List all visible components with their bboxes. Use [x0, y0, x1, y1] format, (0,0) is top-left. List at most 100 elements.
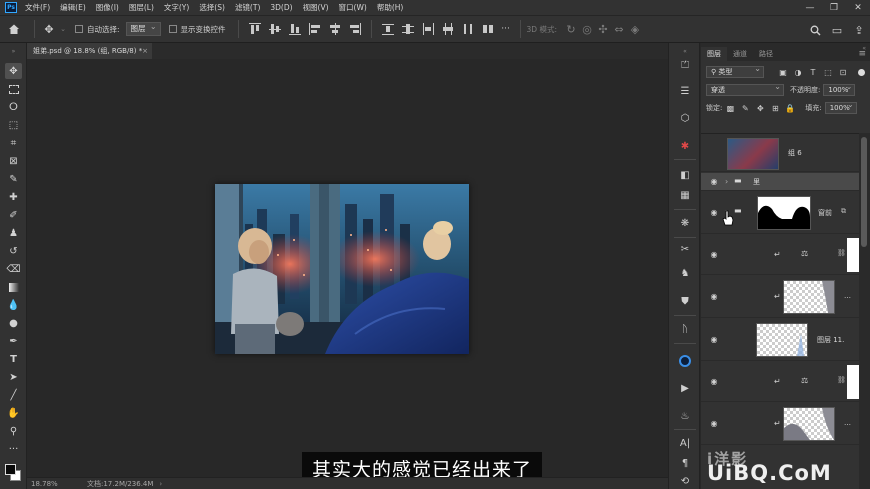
layers-scrollbar[interactable]	[859, 133, 870, 489]
filter-pixel-icon[interactable]: ▣	[778, 67, 788, 77]
properties-panel-icon[interactable]: ☰	[676, 83, 694, 99]
zoom-tool-icon[interactable]: ⚲	[5, 423, 22, 439]
lock-image-icon[interactable]: ✎	[740, 103, 750, 113]
plugin-panel-icon[interactable]: ✱	[676, 138, 694, 154]
history-panel-icon[interactable]: ⏍	[676, 57, 694, 73]
menu-filter[interactable]: 滤镜(T)	[235, 2, 260, 13]
home-icon[interactable]	[0, 23, 28, 35]
menu-window[interactable]: 窗口(W)	[339, 2, 367, 13]
layer-row[interactable]: ◉ › ▬ 里	[701, 173, 859, 191]
3d-panel-icon[interactable]: ⬡	[676, 110, 694, 126]
histogram-icon[interactable]: ᚢ	[676, 321, 694, 337]
move-tool-icon[interactable]: ✥	[41, 23, 57, 36]
adjustments-icon[interactable]: ♨	[676, 408, 694, 424]
layer-row[interactable]: 组 6	[701, 134, 859, 172]
eye-icon[interactable]: ◉	[709, 250, 719, 259]
align-bottom-icon[interactable]	[288, 22, 302, 36]
kind-filter-dropdown[interactable]: ⚲ 类型	[706, 64, 764, 78]
type-tool-icon[interactable]: T	[5, 351, 22, 367]
navigator-panel-icon[interactable]	[676, 353, 694, 369]
eye-icon[interactable]: ◉	[709, 292, 719, 301]
move-tool-icon[interactable]: ✥	[5, 63, 22, 79]
swatches-panel-icon[interactable]: ▦	[676, 187, 694, 203]
more-tools-icon[interactable]: ···	[5, 441, 22, 457]
layer-row[interactable]: ◉ ↵ …	[701, 403, 859, 445]
healing-brush-tool-icon[interactable]: ✚	[5, 189, 22, 205]
minimize-button[interactable]: —	[798, 0, 822, 15]
distribute-vcenter-icon[interactable]	[401, 22, 415, 36]
pen-tool-icon[interactable]: ✒	[5, 333, 22, 349]
menu-view[interactable]: 视图(V)	[303, 2, 329, 13]
layer-name[interactable]: 窗前	[818, 208, 832, 218]
layer-mask-thumbnail[interactable]	[757, 196, 811, 230]
3d-orbit-icon[interactable]: ↻	[563, 23, 579, 36]
crop-tool-icon[interactable]: ⌗	[5, 135, 22, 151]
align-hcenter-icon[interactable]	[328, 22, 342, 36]
panel-collapse-icon[interactable]: «	[862, 45, 866, 52]
actions-panel-icon[interactable]: ⛊	[676, 293, 694, 309]
eye-icon[interactable]: ◉	[709, 335, 719, 344]
frame-tool-icon[interactable]: ⊠	[5, 153, 22, 169]
filter-toggle-icon[interactable]	[856, 67, 866, 77]
layer-row[interactable]: ◉ 图层 11.	[701, 319, 859, 361]
menu-3d[interactable]: 3D(D)	[270, 3, 292, 12]
lock-artboard-icon[interactable]: ⊞	[770, 103, 780, 113]
eye-icon[interactable]: ◉	[709, 419, 719, 428]
brush-settings-icon[interactable]: ❋	[676, 215, 694, 231]
search-icon[interactable]	[804, 25, 826, 36]
auto-select-dropdown[interactable]: 图层	[125, 21, 161, 36]
filter-smart-object-icon[interactable]: ⊡	[838, 67, 848, 77]
menu-type[interactable]: 文字(Y)	[164, 2, 189, 13]
layer-name[interactable]: 里	[753, 177, 760, 187]
3d-roll-icon[interactable]: ◎	[579, 23, 595, 36]
align-top-icon[interactable]	[248, 22, 262, 36]
clone-stamp-tool-icon[interactable]: ♟	[5, 225, 22, 241]
chevron-right-icon[interactable]: ›	[159, 480, 162, 488]
scrollbar-thumb[interactable]	[861, 137, 867, 247]
close-button[interactable]: ✕	[846, 0, 870, 15]
levels-adjustment-icon[interactable]: ⚖	[801, 376, 808, 385]
blend-mode-dropdown[interactable]: 穿透	[706, 82, 784, 96]
align-left-icon[interactable]	[308, 22, 322, 36]
quick-selection-tool-icon[interactable]: ⬚	[5, 117, 22, 133]
line-tool-icon[interactable]: ╱	[5, 387, 22, 403]
distribute-top-icon[interactable]	[381, 22, 395, 36]
filter-shape-icon[interactable]: ⬚	[823, 67, 833, 77]
menu-select[interactable]: 选择(S)	[199, 2, 225, 13]
levels-adjustment-icon[interactable]: ⚖	[801, 249, 808, 258]
document-artwork[interactable]	[215, 184, 469, 354]
filter-type-icon[interactable]: T	[808, 67, 818, 77]
layer-mask-thumbnail[interactable]	[847, 238, 859, 272]
menu-help[interactable]: 帮助(H)	[377, 2, 404, 13]
show-transform-checkbox[interactable]	[168, 25, 177, 33]
dock-collapse-icon[interactable]: «	[676, 47, 694, 55]
filter-adjustment-icon[interactable]: ◑	[793, 67, 803, 77]
distribute-bottom-icon[interactable]	[421, 22, 435, 36]
layer-row[interactable]: ◉ ↵ …	[701, 276, 859, 318]
eyedropper-tool-icon[interactable]: ✎	[5, 171, 22, 187]
layer-name[interactable]: 图层 11.	[817, 335, 844, 345]
fill-input[interactable]: 100%	[824, 100, 857, 114]
canvas-area[interactable]	[27, 59, 668, 477]
hand-tool-icon[interactable]: ✋	[5, 405, 22, 421]
more-options-icon[interactable]: ···	[498, 24, 514, 34]
layer-name[interactable]: …	[844, 419, 851, 427]
eraser-tool-icon[interactable]: ⌫	[5, 261, 22, 277]
lock-position-icon[interactable]: ✥	[755, 103, 765, 113]
document-tab[interactable]: 姐弟.psd @ 18.8% (组, RGB/8) * ×	[27, 43, 152, 59]
chevron-down-icon[interactable]: ⌄	[57, 25, 69, 33]
layer-name[interactable]: 组 6	[788, 148, 802, 158]
color-panel-icon[interactable]: ◧	[676, 167, 694, 183]
history-brush-tool-icon[interactable]: ↺	[5, 243, 22, 259]
layer-row[interactable]: ◉ ↵ ⚖ ⛓	[701, 362, 859, 402]
3d-pan-icon[interactable]: ✣	[595, 23, 611, 36]
play-action-icon[interactable]: ▶	[676, 380, 694, 396]
layer-name[interactable]: …	[844, 292, 851, 300]
path-selection-tool-icon[interactable]: ➤	[5, 369, 22, 385]
zoom-readout[interactable]: 18.78%	[31, 480, 71, 488]
marquee-tool-icon[interactable]	[5, 81, 22, 97]
lock-all-icon[interactable]: 🔒	[785, 103, 795, 113]
share-icon[interactable]: ⇪	[848, 24, 870, 37]
tab-layers[interactable]: 图层	[701, 47, 727, 61]
opacity-input[interactable]: 100%	[823, 82, 856, 96]
